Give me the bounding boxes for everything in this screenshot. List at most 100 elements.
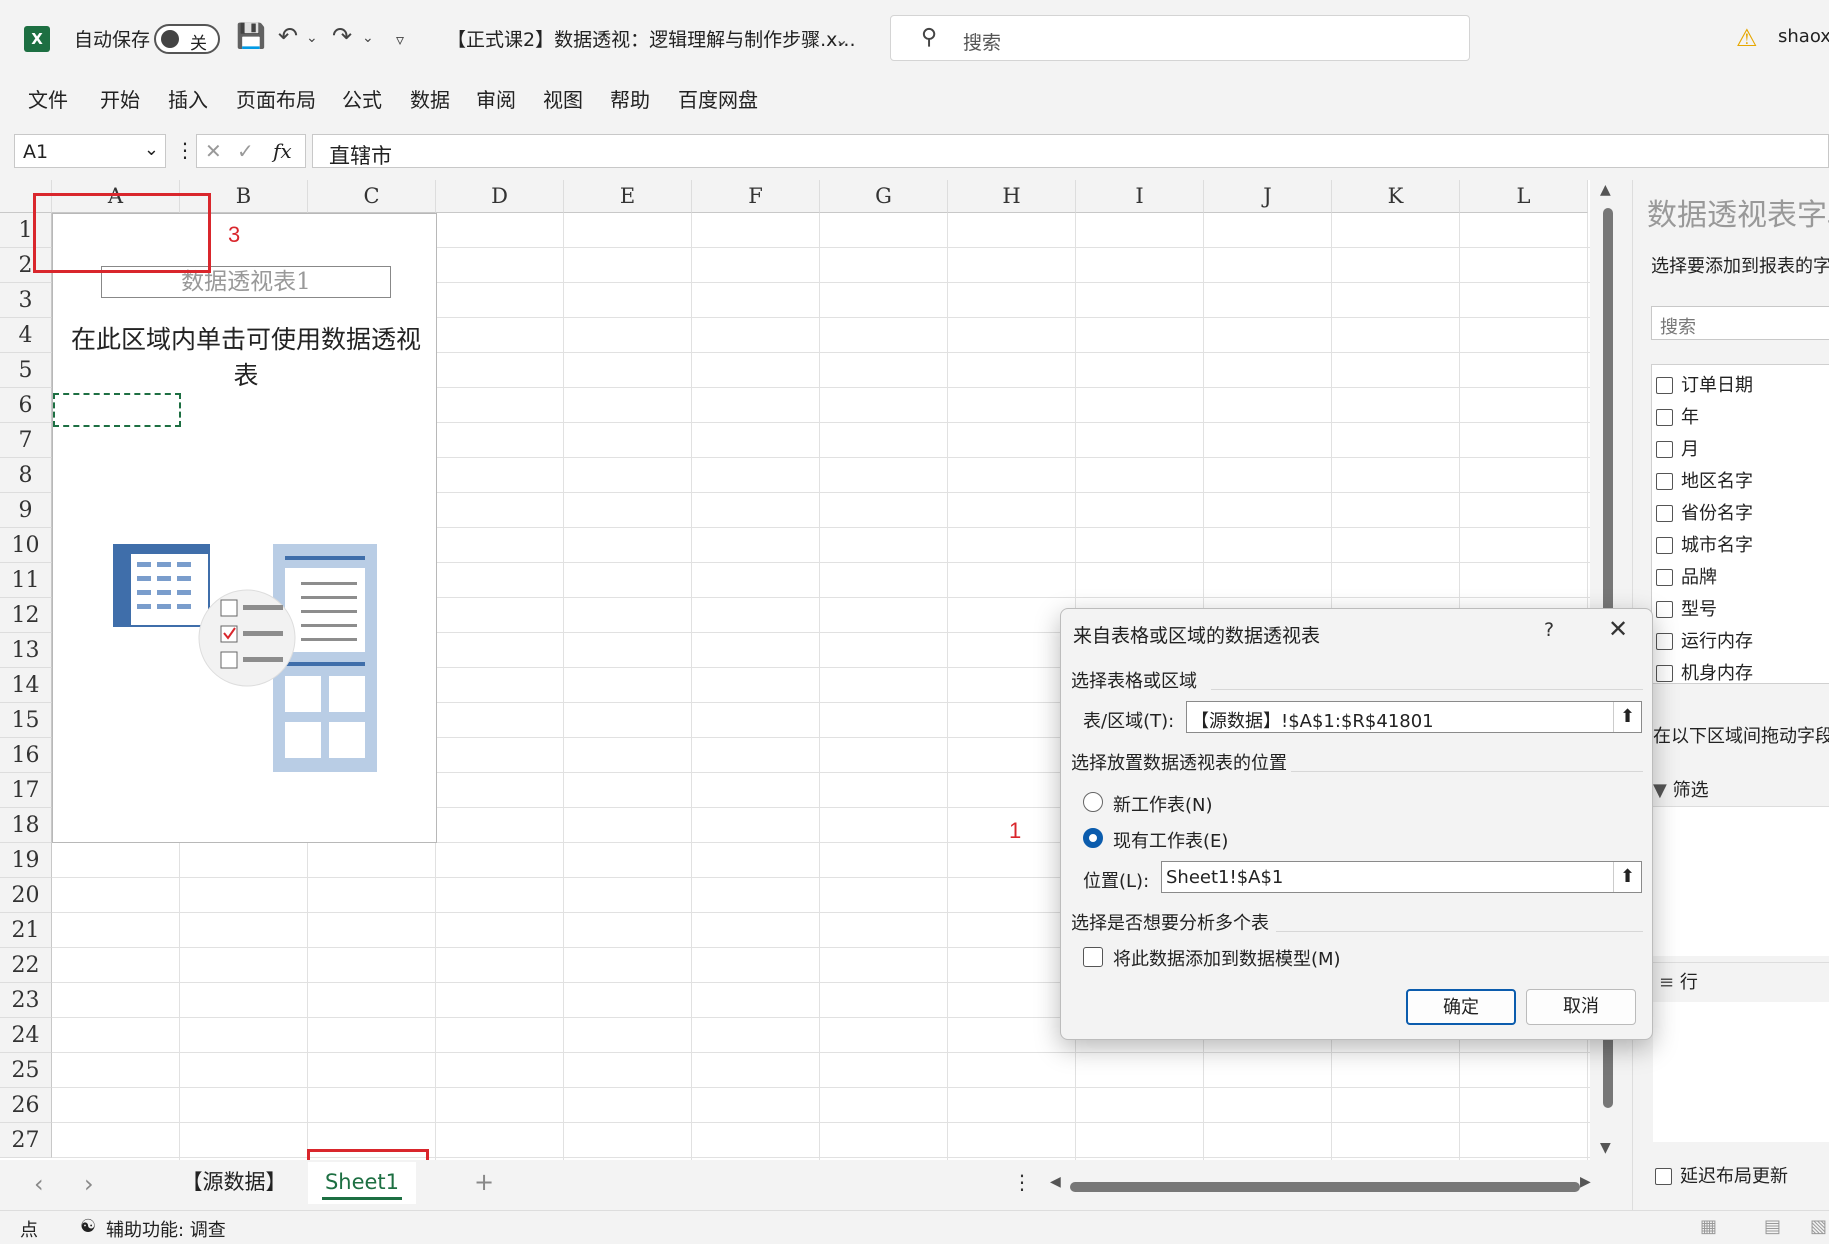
data-model-checkbox[interactable] [1083, 947, 1103, 967]
column-header-j[interactable]: J [1204, 180, 1332, 213]
column-header-e[interactable]: E [564, 180, 692, 213]
field-item[interactable]: 月 [1656, 435, 1699, 465]
row-header-14[interactable]: 14 [0, 668, 52, 703]
field-item[interactable]: 城市名字 [1656, 531, 1753, 561]
selected-cell-a1[interactable] [53, 393, 181, 427]
undo-dropdown-icon[interactable]: ⌄ [306, 30, 318, 46]
add-sheet-icon[interactable]: + [474, 1168, 494, 1196]
accessibility-status[interactable]: 辅助功能: 调查 [106, 1216, 226, 1242]
row-header-21[interactable]: 21 [0, 913, 52, 948]
row-header-22[interactable]: 22 [0, 948, 52, 983]
tab-formulas[interactable]: 公式 [342, 84, 382, 113]
row-header-13[interactable]: 13 [0, 633, 52, 668]
save-icon[interactable]: 💾 [236, 22, 266, 50]
chevron-down-icon[interactable]: ⌄ [144, 139, 159, 160]
tab-view[interactable]: 视图 [543, 84, 583, 113]
row-header-10[interactable]: 10 [0, 528, 52, 563]
row-header-12[interactable]: 12 [0, 598, 52, 633]
defer-layout-update[interactable]: 延迟布局更新 [1655, 1162, 1788, 1188]
field-item[interactable]: 品牌 [1656, 563, 1717, 593]
column-header-k[interactable]: K [1332, 180, 1460, 213]
column-header-f[interactable]: F [692, 180, 820, 213]
tab-review[interactable]: 审阅 [476, 84, 516, 113]
ok-button[interactable]: 确定 [1406, 989, 1516, 1025]
row-header-11[interactable]: 11 [0, 563, 52, 598]
row-header-18[interactable]: 18 [0, 808, 52, 843]
row-header-8[interactable]: 8 [0, 458, 52, 493]
row-header-19[interactable]: 19 [0, 843, 52, 878]
field-checkbox[interactable] [1656, 569, 1673, 586]
row-header-16[interactable]: 16 [0, 738, 52, 773]
defer-checkbox[interactable] [1655, 1168, 1672, 1185]
close-icon[interactable]: ✕ [1608, 615, 1628, 643]
more-icon[interactable]: ⋮ [175, 138, 195, 162]
collapse-dialog-icon[interactable]: ⬆ [1613, 702, 1641, 732]
tab-insert[interactable]: 插入 [168, 84, 208, 113]
autosave-toggle[interactable]: 关 [154, 24, 220, 54]
page-layout-view-icon[interactable]: ▤ [1764, 1216, 1781, 1237]
search-box[interactable]: ⚲ 搜索 [890, 15, 1470, 61]
horizontal-scroll-thumb[interactable] [1070, 1182, 1580, 1192]
range-input[interactable]: 【源数据】!$A$1:$R$41801 ⬆ [1186, 701, 1642, 733]
tab-baidu-netdisk[interactable]: 百度网盘 [678, 84, 758, 113]
field-item[interactable]: 运行内存 [1656, 627, 1753, 657]
title-dropdown-icon[interactable]: ⌄ [835, 30, 848, 49]
tab-home[interactable]: 开始 [100, 84, 140, 113]
row-header-9[interactable]: 9 [0, 493, 52, 528]
help-icon[interactable]: ? [1544, 619, 1554, 641]
insert-function-icon[interactable]: fx [273, 139, 292, 163]
tab-file[interactable]: 文件 [28, 84, 68, 113]
field-item[interactable]: 型号 [1656, 595, 1717, 625]
customize-toolbar-icon[interactable]: ▿ [396, 30, 404, 49]
field-search-input[interactable]: 搜索 [1651, 306, 1829, 340]
excel-logo-icon[interactable]: X [24, 26, 50, 52]
more-icon[interactable]: ⋮ [1012, 1170, 1032, 1194]
chevron-left-icon[interactable]: ‹ [34, 1170, 44, 1198]
column-header-d[interactable]: D [436, 180, 564, 213]
row-header-17[interactable]: 17 [0, 773, 52, 808]
field-checkbox[interactable] [1656, 473, 1673, 490]
field-checkbox[interactable] [1656, 665, 1673, 682]
column-header-g[interactable]: G [820, 180, 948, 213]
field-checkbox[interactable] [1656, 601, 1673, 618]
horizontal-scrollbar[interactable]: ◀ ▶ [1050, 1174, 1591, 1192]
row-header-25[interactable]: 25 [0, 1053, 52, 1088]
collapse-dialog-icon[interactable]: ⬆ [1613, 862, 1641, 892]
user-name[interactable]: shaoxi [1778, 26, 1829, 47]
radio-new-worksheet[interactable] [1083, 792, 1103, 812]
row-header-3[interactable]: 3 [0, 283, 52, 318]
confirm-icon[interactable]: ✓ [237, 139, 254, 163]
rows-drop-area[interactable] [1653, 1002, 1829, 1142]
row-header-27[interactable]: 27 [0, 1123, 52, 1158]
name-box[interactable]: A1 ⌄ [14, 134, 166, 168]
column-header-h[interactable]: H [948, 180, 1076, 213]
location-input[interactable]: Sheet1!$A$1 ⬆ [1161, 861, 1642, 893]
row-header-20[interactable]: 20 [0, 878, 52, 913]
sheet-tab-source-data[interactable]: 【源数据】 [170, 1162, 298, 1204]
field-checkbox[interactable] [1656, 377, 1673, 394]
undo-icon[interactable]: ↶ [278, 22, 298, 50]
scroll-left-icon[interactable]: ◀ [1050, 1174, 1061, 1190]
tab-help[interactable]: 帮助 [610, 84, 650, 113]
cancel-button[interactable]: 取消 [1526, 989, 1636, 1025]
row-header-6[interactable]: 6 [0, 388, 52, 423]
pivot-table-placeholder[interactable]: 数据透视表1 在此区域内单击可使用数据透视表 [52, 213, 437, 843]
field-checkbox[interactable] [1656, 409, 1673, 426]
redo-dropdown-icon[interactable]: ⌄ [362, 30, 374, 46]
row-header-26[interactable]: 26 [0, 1088, 52, 1123]
field-item[interactable]: 地区名字 [1656, 467, 1753, 497]
formula-input[interactable]: 直辖市 [312, 134, 1829, 168]
row-header-15[interactable]: 15 [0, 703, 52, 738]
column-header-l[interactable]: L [1460, 180, 1588, 213]
chevron-right-icon[interactable]: › [84, 1170, 94, 1198]
row-header-24[interactable]: 24 [0, 1018, 52, 1053]
scroll-down-icon[interactable]: ▼ [1600, 1140, 1611, 1156]
column-header-i[interactable]: I [1076, 180, 1204, 213]
field-checkbox[interactable] [1656, 633, 1673, 650]
scroll-right-icon[interactable]: ▶ [1580, 1174, 1591, 1190]
row-header-4[interactable]: 4 [0, 318, 52, 353]
field-checkbox[interactable] [1656, 505, 1673, 522]
sheet-tab-sheet1[interactable]: Sheet1 [308, 1162, 416, 1204]
page-break-view-icon[interactable]: ▧ [1810, 1216, 1827, 1237]
normal-view-icon[interactable]: ▦ [1700, 1216, 1717, 1237]
